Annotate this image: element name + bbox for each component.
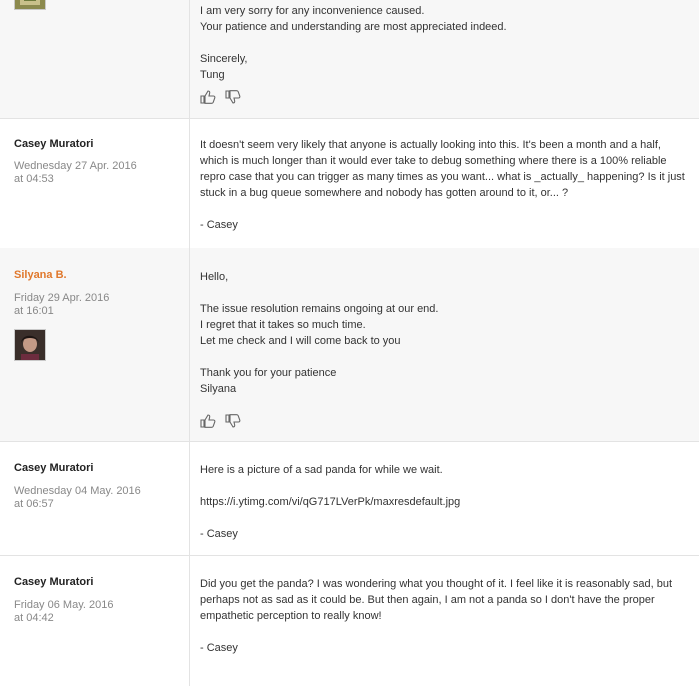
message-line: Tung: [200, 69, 225, 81]
message-paragraph: I am very sorry for any inconvenience ca…: [200, 3, 690, 35]
post-date-time: at 04:42: [14, 612, 54, 624]
thumbs-down-icon[interactable]: [225, 414, 243, 430]
thumbs-up-icon[interactable]: [200, 414, 218, 430]
post: Casey Muratori Wednesday 04 May. 2016 at…: [0, 441, 699, 556]
post-date: Friday 06 May. 2016 at 04:42: [14, 599, 184, 625]
post-message: I am very sorry for any inconvenience ca…: [200, 3, 690, 83]
author-name[interactable]: Silyana B.: [14, 269, 67, 281]
post-date: Wednesday 04 May. 2016 at 06:57: [14, 485, 184, 511]
post-message: Hello, The issue resolution remains ongo…: [200, 269, 690, 397]
post-date-day: Friday 29 Apr. 2016: [14, 292, 110, 304]
post-message: It doesn't seem very likely that anyone …: [200, 137, 690, 233]
post-date-time: at 16:01: [14, 305, 54, 317]
author-column: Casey Muratori Wednesday 27 Apr. 2016 at…: [0, 118, 190, 248]
message-paragraph: The issue resolution remains ongoing at …: [200, 301, 690, 349]
vote-controls: [200, 414, 247, 430]
post-date-day: Wednesday 27 Apr. 2016: [14, 160, 137, 172]
message-line: Sincerely,: [200, 53, 248, 65]
thumbs-up-icon[interactable]: [200, 90, 218, 106]
message-paragraph: It doesn't seem very likely that anyone …: [200, 139, 685, 199]
avatar: [14, 329, 46, 361]
post-date-time: at 04:53: [14, 173, 54, 185]
message-line: Thank you for your patience: [200, 367, 337, 379]
post: I am very sorry for any inconvenience ca…: [0, 0, 699, 119]
post: Casey Muratori Wednesday 27 Apr. 2016 at…: [0, 118, 699, 249]
message-line: Let me check and I will come back to you: [200, 335, 401, 347]
message-paragraph: - Casey: [200, 219, 238, 231]
author-name[interactable]: Casey Muratori: [14, 576, 93, 588]
message-line: The issue resolution remains ongoing at …: [200, 303, 439, 315]
message-paragraph: Did you get the panda? I was wondering w…: [200, 578, 673, 622]
author-name[interactable]: Casey Muratori: [14, 138, 93, 150]
thumbs-down-icon[interactable]: [225, 90, 243, 106]
message-paragraph: Thank you for your patience Silyana: [200, 365, 690, 397]
message-line: I regret that it takes so much time.: [200, 319, 366, 331]
author-column: Casey Muratori Friday 06 May. 2016 at 04…: [0, 556, 190, 686]
author-name[interactable]: Casey Muratori: [14, 462, 93, 474]
post-message: Did you get the panda? I was wondering w…: [200, 576, 690, 656]
post-date-day: Wednesday 04 May. 2016: [14, 485, 141, 497]
message-line: Silyana: [200, 383, 237, 395]
post-message: Here is a picture of a sad panda for whi…: [200, 462, 690, 542]
message-link[interactable]: https://i.ytimg.com/vi/qG717LVerPk/maxre…: [200, 494, 690, 510]
message-paragraph: Here is a picture of a sad panda for whi…: [200, 464, 443, 476]
message-paragraph: - Casey: [200, 528, 238, 540]
author-column: Casey Muratori Wednesday 04 May. 2016 at…: [0, 441, 190, 555]
post-date-day: Friday 06 May. 2016: [14, 599, 114, 611]
post: Casey Muratori Friday 06 May. 2016 at 04…: [0, 556, 699, 686]
author-column: [0, 0, 190, 118]
post-date: Friday 29 Apr. 2016 at 16:01: [14, 292, 184, 318]
message-paragraph: Sincerely, Tung: [200, 51, 690, 83]
post: Silyana B. Friday 29 Apr. 2016 at 16:01 …: [0, 248, 699, 442]
avatar: [14, 0, 46, 10]
author-column: Silyana B. Friday 29 Apr. 2016 at 16:01: [0, 248, 190, 441]
message-line: I am very sorry for any inconvenience ca…: [200, 5, 425, 17]
vote-controls: [200, 90, 247, 106]
post-date-time: at 06:57: [14, 498, 54, 510]
message-paragraph: - Casey: [200, 642, 238, 654]
message-paragraph: Hello,: [200, 271, 229, 283]
message-line: Your patience and understanding are most…: [200, 21, 507, 33]
post-date: Wednesday 27 Apr. 2016 at 04:53: [14, 160, 184, 186]
